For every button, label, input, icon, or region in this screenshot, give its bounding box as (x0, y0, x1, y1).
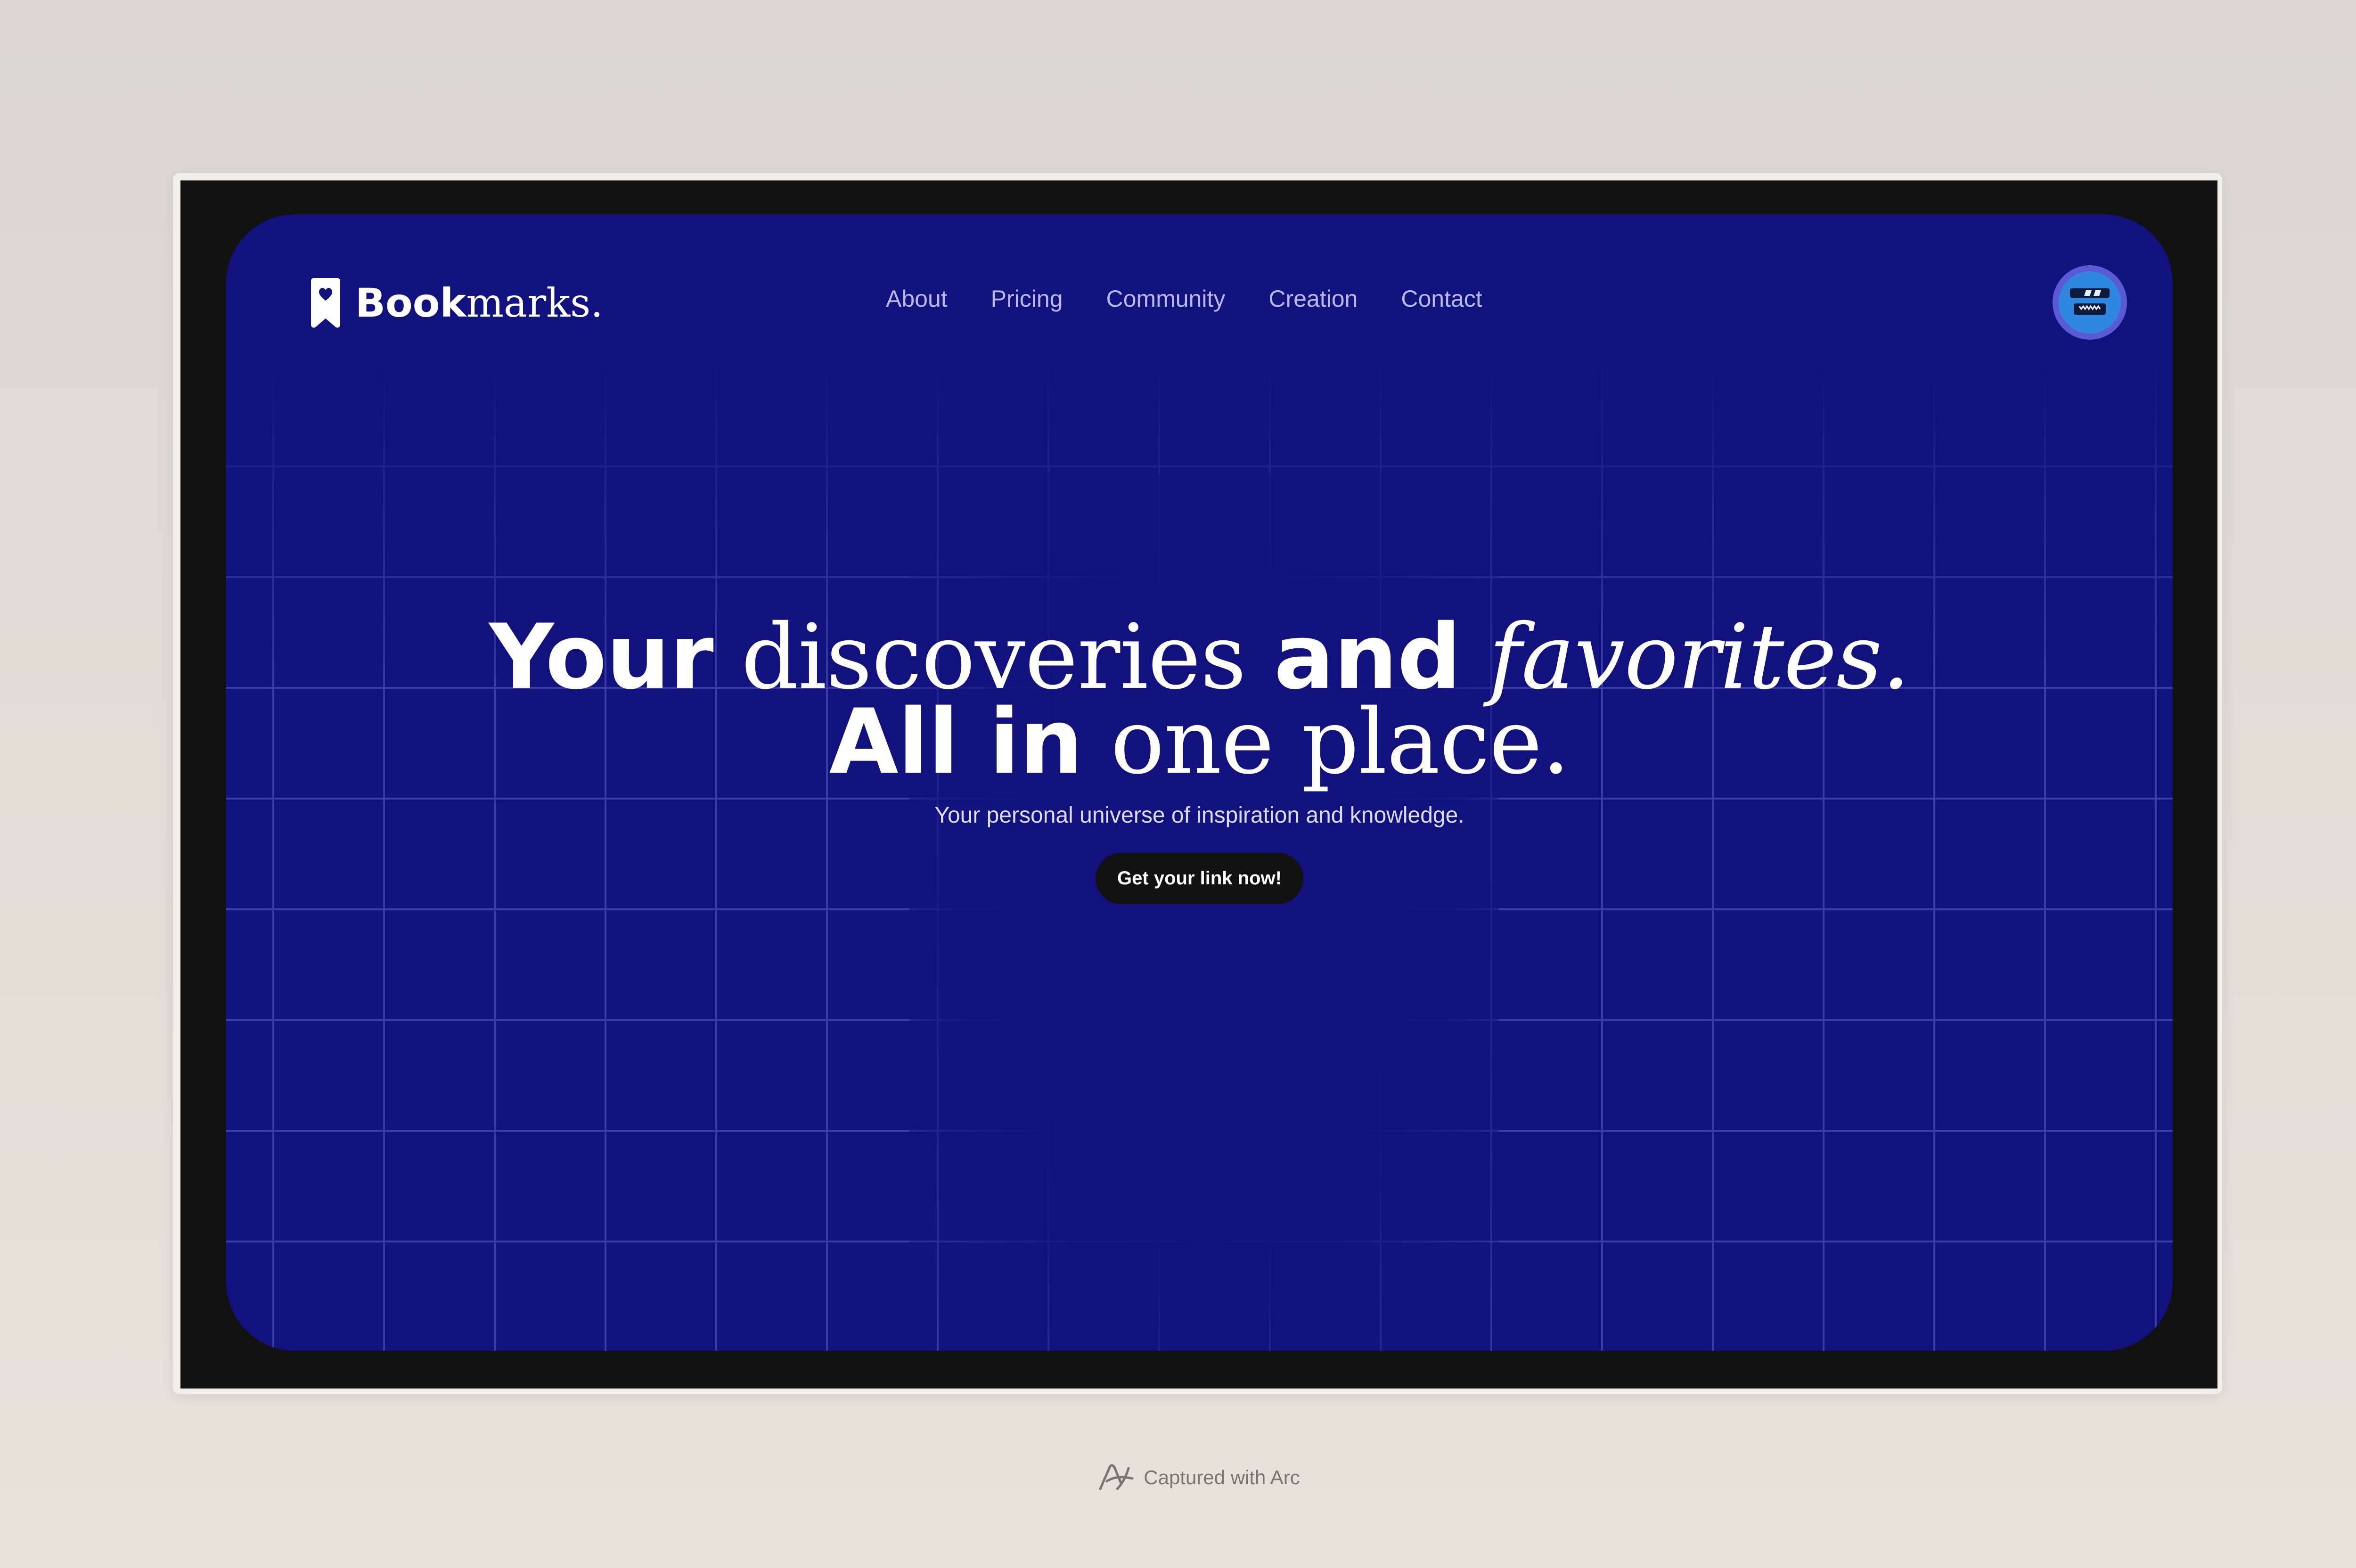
brand-logo[interactable]: Bookmarks. (311, 278, 603, 328)
brand-name-serif: marks. (466, 280, 603, 326)
top-navigation: Bookmarks. About Pricing Community Creat… (226, 214, 2173, 393)
website-viewport: Bookmarks. About Pricing Community Creat… (226, 214, 2173, 1351)
nav-link-about[interactable]: About (886, 285, 948, 312)
nav-link-contact[interactable]: Contact (1401, 285, 1482, 312)
nav-link-community[interactable]: Community (1106, 285, 1226, 312)
hero-section: Your discoveries and favorites. All in o… (226, 605, 2173, 904)
brand-name-bold: Book (355, 280, 466, 326)
nav-link-creation[interactable]: Creation (1268, 285, 1358, 312)
nav-menu: About Pricing Community Creation Contact (886, 285, 1482, 312)
capture-footer-text: Captured with Arc (1144, 1466, 1300, 1488)
nav-link-pricing[interactable]: Pricing (991, 285, 1063, 312)
get-link-button[interactable]: Get your link now! (1096, 853, 1303, 904)
hero-headline-line-1: Your discoveries and favorites. (489, 605, 1910, 709)
robot-avatar-icon (2070, 288, 2110, 315)
bookmark-heart-icon (311, 278, 340, 328)
hero-headline: Your discoveries and favorites. All in o… (226, 605, 2173, 794)
hero-subtitle: Your personal universe of inspiration an… (934, 803, 1464, 828)
hero-headline-line-2: All in one place. (829, 690, 1571, 794)
arc-logo-icon (1099, 1464, 1134, 1490)
capture-footer: Captured with Arc (0, 1462, 2356, 1493)
brand-name: Bookmarks. (355, 283, 603, 323)
user-avatar-button[interactable] (2053, 265, 2127, 340)
